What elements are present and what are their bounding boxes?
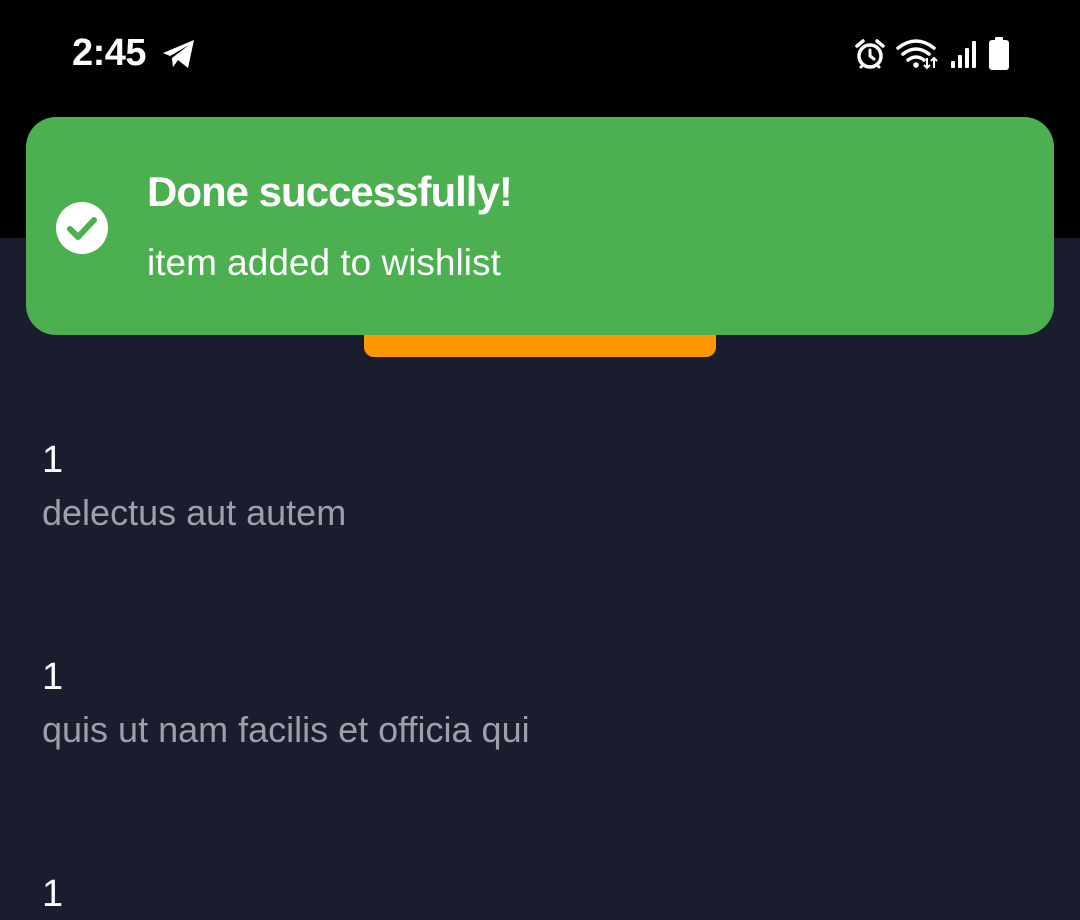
- list-item[interactable]: 1: [42, 871, 1042, 920]
- status-icons: [854, 36, 1010, 72]
- alarm-icon: [855, 39, 885, 69]
- list-item[interactable]: 1 delectus aut autem: [42, 437, 1042, 535]
- status-time: 2:45: [72, 32, 147, 74]
- success-toast[interactable]: Done successfully! item added to wishlis…: [26, 117, 1054, 335]
- item-number: 1: [42, 873, 64, 915]
- check-circle-icon: [56, 202, 108, 254]
- toast-title: Done successfully!: [147, 168, 513, 215]
- list-item[interactable]: 1 quis ut nam facilis et officia qui: [42, 654, 1042, 752]
- signal-icon: [951, 41, 976, 68]
- item-title: delectus aut autem: [42, 492, 347, 533]
- telegram-icon: [163, 40, 194, 68]
- item-number: 1: [42, 439, 64, 481]
- wifi-icon: [896, 39, 938, 70]
- battery-icon: [989, 37, 1009, 70]
- app-screen: 1 delectus aut autem 1 quis ut nam facil…: [0, 0, 1080, 920]
- item-title: quis ut nam facilis et officia qui: [42, 709, 530, 750]
- toast-message: item added to wishlist: [147, 242, 501, 283]
- item-number: 1: [42, 656, 64, 698]
